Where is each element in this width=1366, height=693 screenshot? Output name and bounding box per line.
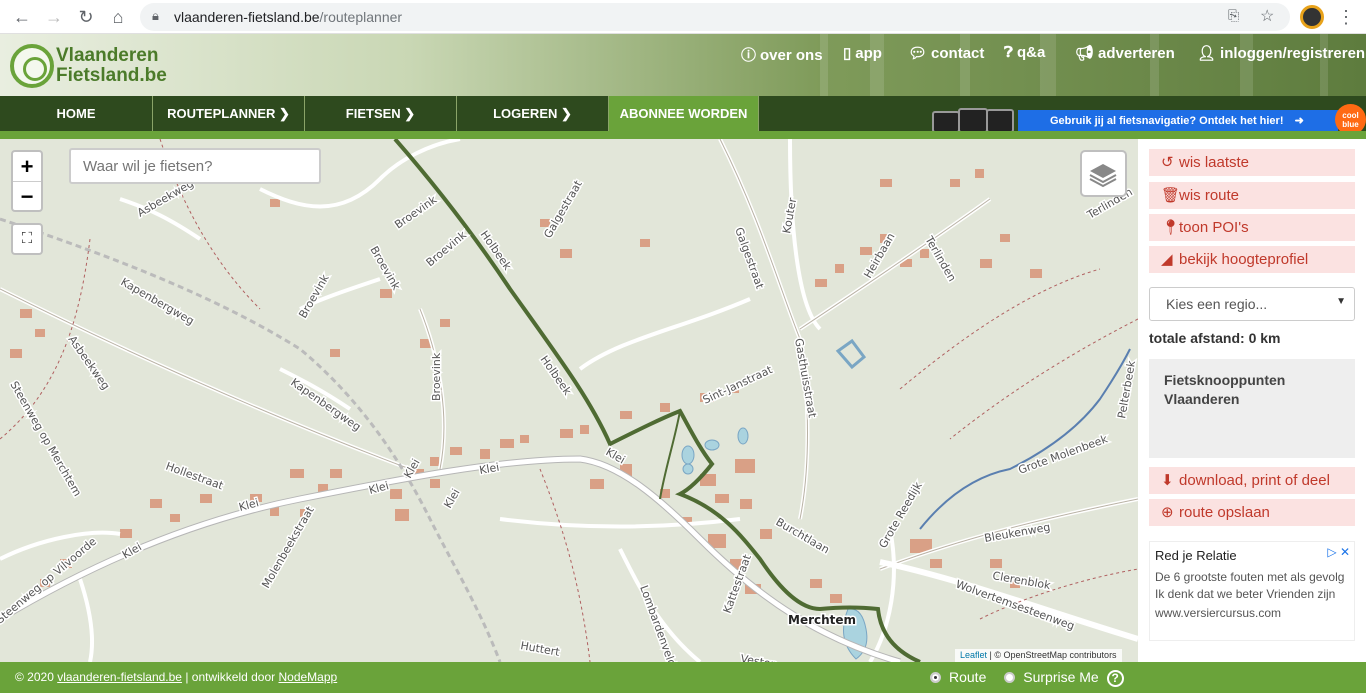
route-mode-options: Route Surprise Me ? [930, 662, 1124, 692]
translate-icon[interactable]: ⎘ [1228, 7, 1239, 24]
developer-link[interactable]: NodeMapp [278, 670, 337, 684]
coolblue-banner[interactable]: Gebruik jij al fietsnavigatie? Ontdek he… [930, 104, 1366, 135]
trash-icon: 🗑︎ [1161, 187, 1181, 204]
route-radio[interactable] [930, 672, 941, 683]
url-host: vlaanderen-fietsland.be [174, 9, 320, 25]
link-adverteren[interactable]: 📢︎ adverteren [1075, 44, 1175, 64]
nav-fietsen[interactable]: FIETSEN ❯ [305, 96, 457, 131]
clear-route-button[interactable]: 🗑︎wis route [1149, 182, 1355, 209]
town-label: Merchtem [788, 613, 856, 627]
chat-icon: 💬︎ [908, 45, 928, 62]
ad-choices-icon[interactable]: ▷ ✕ [1327, 544, 1350, 561]
show-poi-button[interactable]: 📍︎toon POI's [1149, 214, 1355, 241]
site-link[interactable]: vlaanderen-fietsland.be [57, 670, 182, 684]
user-icon: 👤︎ [1197, 45, 1217, 62]
link-app[interactable]: ▯ app [843, 44, 882, 64]
route-sidebar: ↺ wis laatste 🗑︎wis route 📍︎toon POI's ◢ b… [1138, 139, 1366, 662]
address-bar[interactable]: 🔒︎ vlaanderen-fietsland.be/routeplanner … [140, 3, 1290, 31]
url-path: /routeplanner [319, 9, 403, 25]
zoom-control: + − [11, 150, 43, 212]
browser-menu-icon[interactable]: ⋮ [1334, 5, 1358, 29]
zoom-out-button[interactable]: − [13, 181, 41, 210]
map-tiles: Asbeekweg Asbeekweg Kapenbergweg Kapenbe… [0, 139, 1138, 662]
save-route-button[interactable]: ⊕ route opslaan [1149, 499, 1355, 526]
layers-icon[interactable] [1080, 150, 1127, 197]
back-icon[interactable]: ← [10, 5, 34, 29]
browser-toolbar: ← → ↻ ⌂ 🔒︎ vlaanderen-fietsland.be/route… [0, 0, 1366, 34]
reload-icon[interactable]: ↻ [74, 5, 98, 29]
link-contact[interactable]: 💬︎ contact [908, 44, 984, 64]
logo-text-line1[interactable]: Vlaanderen [56, 46, 158, 66]
undo-last-button[interactable]: ↺ wis laatste [1149, 149, 1355, 176]
chart-icon: ◢ [1161, 251, 1173, 268]
info-icon: ⓘ [741, 47, 757, 64]
logo-wheel-icon[interactable] [10, 44, 54, 88]
arrow-right-circle-icon: ➜ [1294, 115, 1304, 127]
ad-title[interactable]: Red je Relatie [1155, 547, 1349, 564]
map-attribution: Leaflet | © OpenStreetMap contributors [955, 649, 1122, 662]
svg-text:Broevink: Broevink [430, 352, 443, 401]
map[interactable]: Asbeekweg Asbeekweg Kapenbergweg Kapenbe… [0, 139, 1138, 662]
link-qa[interactable]: ❓︎ q&a [1004, 44, 1045, 64]
link-login[interactable]: 👤︎ inloggen/registreren [1197, 44, 1365, 64]
total-distance: totale afstand: 0 km [1149, 330, 1281, 346]
plus-circle-icon: ⊕ [1161, 504, 1174, 521]
fullscreen-icon[interactable]: ⛶ [11, 223, 43, 255]
megaphone-icon: 📢︎ [1075, 45, 1095, 62]
forward-icon[interactable]: → [42, 5, 66, 29]
zoom-in-button[interactable]: + [13, 152, 41, 181]
search-input[interactable] [69, 148, 321, 184]
download-icon: ⬇ [1161, 472, 1174, 489]
navigation-devices-image [930, 106, 1016, 133]
chevron-down-icon: ▼ [1336, 296, 1346, 307]
banner-text: Gebruik jij al fietsnavigatie? Ontdek he… [1018, 110, 1338, 132]
nav-routeplanner[interactable]: ROUTEPLANNER ❯ [153, 96, 305, 131]
download-button[interactable]: ⬇ download, print of deel [1149, 467, 1355, 494]
ad-box[interactable]: ▷ ✕ Red je Relatie De 6 grootste fouten … [1149, 541, 1355, 641]
region-select[interactable]: Kies een regio... ▼ [1149, 287, 1355, 321]
nav-home[interactable]: HOME [0, 96, 153, 131]
footer: © 2020 vlaanderen-fietsland.be | ontwikk… [0, 662, 1366, 693]
help-icon[interactable]: ? [1106, 670, 1124, 687]
site-header: Vlaanderen Fietsland.be ⓘ over ons ▯ app 💬… [0, 34, 1366, 96]
leaflet-link[interactable]: Leaflet [960, 650, 987, 660]
ad-body: De 6 grootste fouten met als gevolg Ik d… [1155, 570, 1345, 601]
elevation-profile-button[interactable]: ◢ bekijk hoogteprofiel [1149, 246, 1355, 273]
pin-icon: 📍︎ [1161, 219, 1181, 236]
nav-logeren[interactable]: LOGEREN ❯ [457, 96, 609, 131]
profile-avatar[interactable] [1300, 5, 1324, 29]
undo-icon: ↺ [1161, 154, 1174, 171]
link-over-ons[interactable]: ⓘ over ons [741, 44, 823, 64]
nav-underline [0, 131, 1366, 139]
surprise-radio[interactable] [1004, 672, 1016, 683]
question-icon: ❓︎ [1004, 44, 1014, 61]
home-icon[interactable]: ⌂ [106, 5, 130, 29]
nav-abonnee[interactable]: ABONNEE WORDEN [609, 96, 759, 131]
ad-url[interactable]: www.versiercursus.com [1155, 605, 1349, 622]
mobile-icon: ▯ [843, 45, 852, 62]
logo-text-line2[interactable]: Fietsland.be [56, 66, 167, 86]
network-title: Fietsknooppunten Vlaanderen [1149, 359, 1355, 458]
bookmark-star-icon[interactable]: ☆ [1260, 6, 1274, 26]
lock-icon: 🔒︎ [152, 8, 159, 23]
